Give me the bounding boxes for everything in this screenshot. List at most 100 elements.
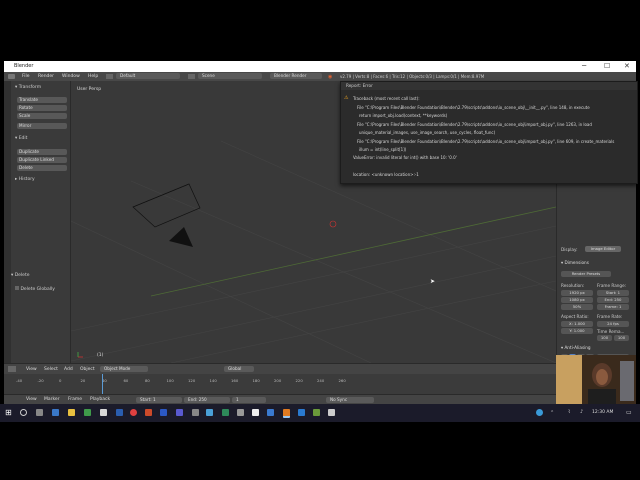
duplicate-button[interactable]: Duplicate bbox=[17, 149, 67, 155]
taskbar-app-icon[interactable] bbox=[222, 409, 229, 416]
edit-panel-header[interactable]: ▾ Edit bbox=[15, 136, 27, 141]
screen-layout-dropdown[interactable]: Default bbox=[116, 73, 180, 79]
rotate-button[interactable]: Rotate bbox=[17, 105, 67, 111]
mouse-cursor-icon: ➤ bbox=[430, 278, 436, 285]
scale-button[interactable]: Scale bbox=[17, 113, 67, 119]
network-icon[interactable]: ⌇ bbox=[568, 409, 570, 415]
error-report-popup[interactable]: Report: Error ⚠ Traceback (most recent c… bbox=[340, 81, 638, 184]
frame-step-field[interactable]: Frame: 1 bbox=[597, 304, 629, 310]
taskbar-app-icon[interactable] bbox=[100, 409, 107, 416]
resolution-percentage-field[interactable]: 50% bbox=[561, 304, 593, 310]
display-label: Display: bbox=[561, 247, 578, 252]
current-frame-indicator[interactable] bbox=[102, 374, 103, 394]
notification-icon[interactable]: ▭ bbox=[626, 409, 632, 416]
3d-menu-select[interactable]: Select bbox=[44, 367, 58, 372]
tool-tabs[interactable] bbox=[4, 81, 11, 363]
taskbar-app-icon[interactable] bbox=[84, 409, 91, 416]
search-icon[interactable] bbox=[20, 409, 27, 416]
taskbar-app-icon[interactable] bbox=[267, 409, 274, 416]
chrome-icon[interactable] bbox=[130, 409, 137, 416]
time-remap-old-field[interactable]: 100 bbox=[597, 335, 612, 341]
taskbar-app-icon[interactable] bbox=[252, 409, 259, 416]
transform-orientation-dropdown[interactable]: Global bbox=[224, 366, 254, 372]
render-presets-dropdown[interactable]: Render Presets bbox=[561, 271, 611, 277]
menu-file[interactable]: File bbox=[22, 74, 30, 79]
translate-button[interactable]: Translate bbox=[17, 97, 67, 103]
frame-end-field[interactable]: End: 250 bbox=[597, 297, 629, 303]
fps-dropdown[interactable]: 24 fps bbox=[597, 321, 629, 327]
taskbar-app-icon[interactable] bbox=[237, 409, 244, 416]
start-frame-value: 1 bbox=[152, 397, 156, 402]
end-frame-field[interactable]: End: 250 bbox=[184, 397, 230, 403]
delete-globally-option[interactable]: Delete Globally bbox=[15, 286, 55, 292]
scene-dropdown[interactable]: Scene bbox=[198, 73, 262, 79]
close-button[interactable]: ✕ bbox=[624, 62, 630, 70]
3d-menu-add[interactable]: Add bbox=[64, 367, 73, 372]
camera-object[interactable] bbox=[132, 183, 201, 228]
taskbar-app-icon[interactable] bbox=[176, 409, 183, 416]
tray-icon[interactable] bbox=[536, 409, 543, 416]
timeline-menu-frame[interactable]: Frame bbox=[68, 397, 82, 402]
anti-aliasing-header[interactable]: ▾ Anti-Aliasing bbox=[561, 345, 591, 350]
taskbar-app-icon[interactable] bbox=[206, 409, 213, 416]
mirror-button[interactable]: Mirror bbox=[17, 123, 67, 129]
task-view-icon[interactable] bbox=[36, 409, 43, 416]
minimize-button[interactable]: ─ bbox=[582, 62, 586, 70]
taskbar-app-icon[interactable] bbox=[116, 409, 123, 416]
menu-window[interactable]: Window bbox=[62, 74, 80, 79]
editor-type-icon[interactable] bbox=[8, 74, 15, 79]
interaction-mode-dropdown[interactable]: Object Mode bbox=[100, 366, 148, 372]
object-label: (1) bbox=[97, 353, 104, 358]
start-button-icon[interactable]: ⊞ bbox=[5, 408, 12, 417]
resolution-y-field[interactable]: 1080 px bbox=[561, 297, 593, 303]
clock[interactable]: 12:30 AM bbox=[592, 410, 613, 415]
taskbar-app-icon[interactable] bbox=[313, 409, 320, 416]
time-remap-new-field[interactable]: 100 bbox=[614, 335, 629, 341]
menu-render[interactable]: Render bbox=[38, 74, 54, 79]
delete-operator-header[interactable]: ▾ Delete bbox=[11, 273, 30, 278]
traceback-line: illum = int(line_split[1]) bbox=[359, 147, 407, 152]
delete-button[interactable]: Delete bbox=[17, 165, 67, 171]
duplicate-linked-button[interactable]: Duplicate Linked bbox=[17, 157, 67, 163]
display-dropdown[interactable]: Image Editor bbox=[585, 246, 621, 252]
dimensions-header[interactable]: ▾ Dimensions bbox=[561, 260, 589, 265]
timeline-menu-playback[interactable]: Playback bbox=[90, 397, 110, 402]
aspect-x-field[interactable]: X: 1.000 bbox=[561, 321, 593, 327]
history-panel-header[interactable]: ▸ History bbox=[15, 177, 35, 182]
timeline-menu-marker[interactable]: Marker bbox=[44, 397, 60, 402]
3d-editor-type-icon[interactable] bbox=[8, 366, 16, 372]
3d-cursor-icon[interactable] bbox=[329, 220, 337, 228]
dimensions-title: Dimensions bbox=[564, 260, 589, 265]
volume-icon[interactable]: ♪ bbox=[580, 409, 583, 415]
sync-mode-dropdown[interactable]: No Sync bbox=[326, 397, 374, 403]
frame-start-field[interactable]: Start: 1 bbox=[597, 290, 629, 296]
end-frame-value: 250 bbox=[198, 397, 207, 402]
delete-globally-checkbox[interactable] bbox=[15, 286, 19, 290]
aspect-y-field[interactable]: Y: 1.000 bbox=[561, 328, 593, 334]
scene-stats: v2.79 | Verts:8 | Faces:6 | Tris:12 | Ob… bbox=[340, 74, 485, 79]
current-frame-field[interactable]: 1 bbox=[232, 397, 266, 403]
3d-menu-view[interactable]: View bbox=[26, 367, 37, 372]
file-explorer-icon[interactable] bbox=[68, 409, 75, 416]
taskbar-app-icon[interactable] bbox=[298, 409, 305, 416]
start-frame-field[interactable]: Start: 1 bbox=[136, 397, 182, 403]
render-engine-dropdown[interactable]: Blender Render bbox=[270, 73, 322, 79]
maximize-button[interactable]: ☐ bbox=[604, 62, 610, 70]
taskbar-app-icon[interactable] bbox=[160, 409, 167, 416]
taskbar-app-icon[interactable] bbox=[192, 409, 199, 416]
timeline-tick-label: 140 bbox=[209, 378, 217, 383]
history-panel-title: History bbox=[18, 177, 35, 182]
transform-panel-header[interactable]: ▾ Transform bbox=[15, 85, 41, 90]
timeline-menu-view[interactable]: View bbox=[26, 397, 37, 402]
taskbar-app-icon[interactable] bbox=[145, 409, 152, 416]
3d-menu-object[interactable]: Object bbox=[80, 367, 95, 372]
menu-help[interactable]: Help bbox=[88, 74, 98, 79]
timeline-editor[interactable]: -40 -20 0 20 40 60 80 100 120 140 160 180 200 220 240 2… bbox=[4, 374, 556, 394]
delete-operator-title: Delete bbox=[14, 273, 30, 278]
taskbar-app-icon[interactable] bbox=[52, 409, 59, 416]
timeline-tick-label: 20 bbox=[80, 378, 86, 383]
resolution-x-field[interactable]: 1920 px bbox=[561, 290, 593, 296]
tray-chevron-icon[interactable]: ⌃ bbox=[550, 410, 554, 416]
taskbar-app-icon[interactable] bbox=[328, 409, 335, 416]
blender-taskbar-icon[interactable] bbox=[283, 409, 290, 418]
